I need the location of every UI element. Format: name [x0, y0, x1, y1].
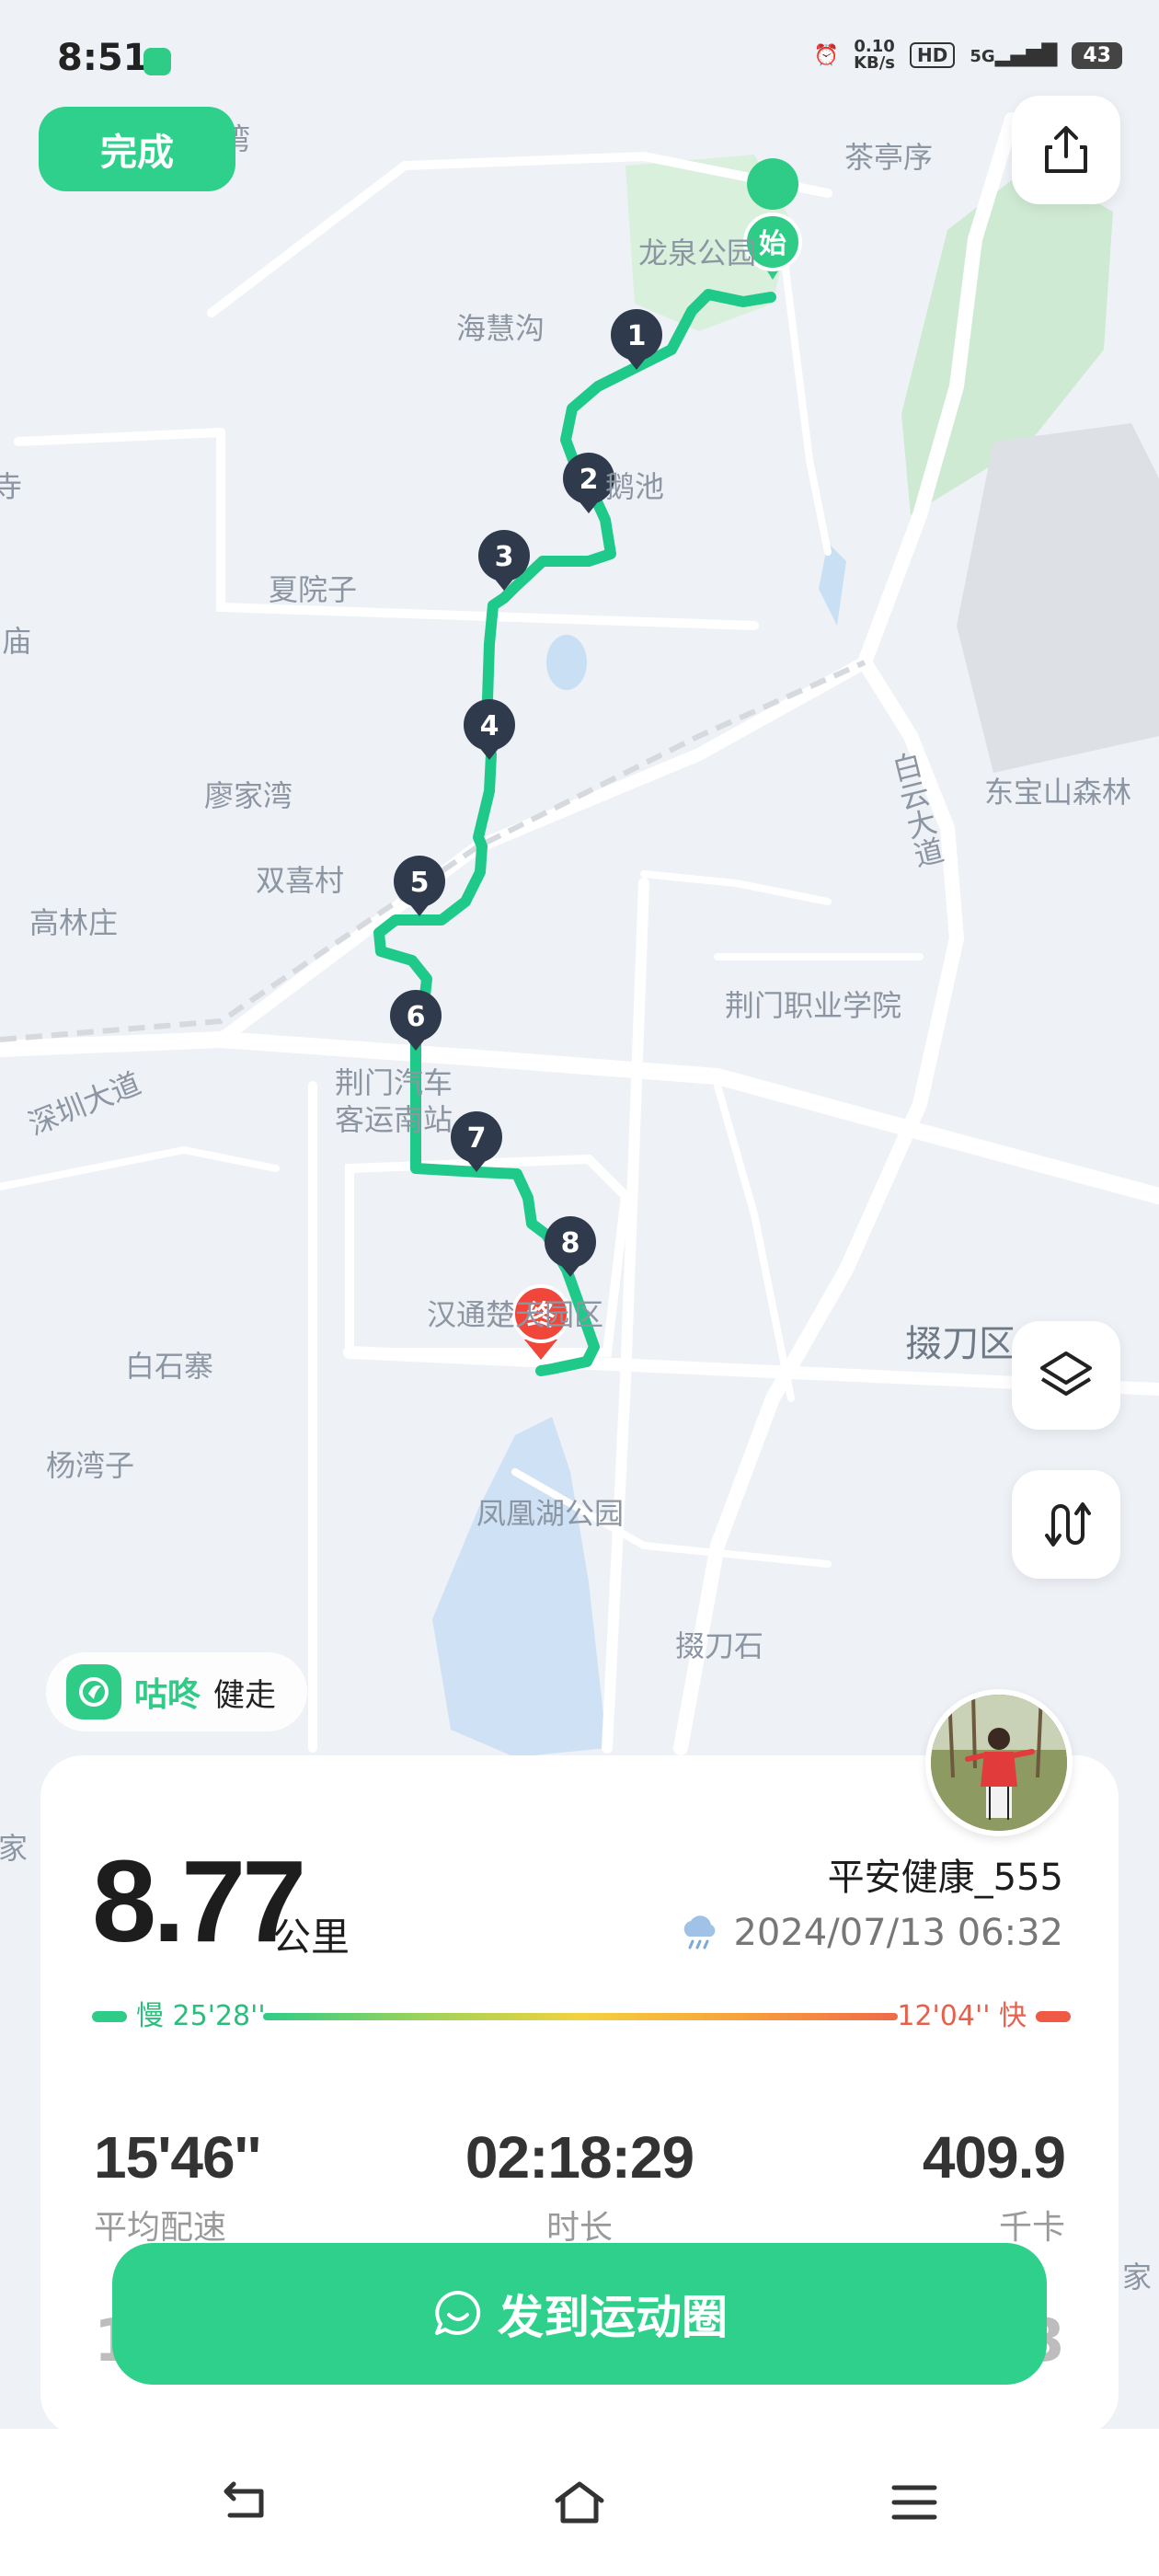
signal-icon: 5G▂▄▆█ [970, 43, 1058, 67]
rain-weather-icon [684, 1915, 716, 1949]
svg-text:始: 始 [759, 228, 786, 260]
route-replay-button[interactable] [1012, 1470, 1120, 1579]
done-button[interactable]: 完成 [39, 107, 235, 191]
map-label: 寺 [0, 469, 22, 504]
share-icon [1045, 126, 1087, 173]
map-label: 茶亭序 [844, 140, 933, 175]
pace-fast-label: 12'04'' 快 [897, 2000, 1027, 2032]
map-label: 家 [1122, 2260, 1152, 2294]
svg-text:7: 7 [467, 1122, 487, 1155]
brand-name: 咕咚 [134, 1676, 201, 1714]
workout-datetime: 2024/07/13 06:32 [678, 1912, 1063, 1954]
map-label: 双喜村 [256, 863, 344, 898]
pace-slow-label: 慢 25'28'' [136, 2000, 266, 2032]
menu-icon[interactable] [887, 2477, 942, 2528]
map-label: 夏院子 [269, 572, 357, 607]
pace-gradient [263, 2013, 898, 2020]
pace-fast-dot [1036, 2011, 1071, 2022]
system-nav-bar [0, 2429, 1159, 2576]
map-label: 家 [0, 1831, 28, 1866]
home-icon[interactable] [552, 2477, 607, 2528]
share-to-feed-button[interactable]: 发到运动圈 [112, 2243, 1047, 2385]
pace-slow-dot [92, 2011, 127, 2022]
map-label: 高林庄 [29, 905, 118, 940]
map-label: 庙 [2, 624, 31, 659]
chat-bubble-icon [435, 2291, 481, 2335]
svg-text:6: 6 [407, 1001, 426, 1033]
track-icon [1045, 1502, 1091, 1547]
distance-value: 8.77 [92, 1836, 306, 1966]
username[interactable]: 平安健康_555 [828, 1847, 1063, 1901]
status-icons: ⏰ 0.10 KB/s HD 5G▂▄▆█ 43 [814, 39, 1122, 72]
svg-text:5: 5 [410, 867, 430, 899]
layers-icon [1040, 1351, 1092, 1396]
map-label: 掇刀石 [675, 1628, 763, 1663]
avatar[interactable] [925, 1689, 1073, 1836]
svg-text:8: 8 [561, 1227, 580, 1259]
share-button[interactable] [1012, 96, 1120, 204]
map-label: 龙泉公园 [638, 236, 756, 270]
map-label: 廖家湾 [204, 778, 293, 813]
map-label: 凤凰湖公园 [476, 1496, 624, 1531]
activity-type: 健走 [213, 1676, 277, 1714]
status-time: 8:51 [57, 37, 149, 79]
app-notification-icon [143, 48, 171, 75]
status-bar: 8:51 ⏰ 0.10 KB/s HD 5G▂▄▆█ 43 [0, 0, 1159, 120]
stat-calories: 409.9 千卡 [922, 2124, 1066, 2247]
svg-text:4: 4 [480, 710, 499, 742]
net-speed: 0.10 KB/s [854, 37, 896, 73]
map-layers-button[interactable] [1012, 1321, 1120, 1430]
map-label: 鹅池 [605, 469, 664, 504]
pond [546, 635, 587, 690]
svg-text:3: 3 [495, 541, 514, 573]
battery-icon: 43 [1072, 41, 1122, 69]
gudong-logo-icon [66, 1664, 121, 1719]
map-label: 海慧沟 [456, 311, 545, 346]
map-label: 白石寨 [125, 1349, 213, 1384]
pace-legend: 慢 25'28'' 12'04'' 快 [92, 1998, 1071, 2035]
distance-unit: 公里 [272, 1915, 350, 1960]
map-label: 东宝山森林 [984, 775, 1131, 810]
map-label: 杨湾子 [46, 1448, 134, 1483]
map-label: 荆门职业学院 [725, 988, 901, 1023]
hd-icon: HD [910, 42, 956, 68]
back-icon[interactable] [217, 2477, 272, 2528]
hill-area [957, 423, 1159, 773]
svg-text:2: 2 [580, 464, 599, 496]
alarm-icon: ⏰ [813, 43, 840, 67]
svg-text:1: 1 [627, 320, 647, 352]
map-label: 掇刀区 [905, 1323, 1016, 1365]
map-label: 汉通楚天园区 [427, 1297, 603, 1332]
brand-tag: 咕咚 健走 [46, 1652, 308, 1731]
